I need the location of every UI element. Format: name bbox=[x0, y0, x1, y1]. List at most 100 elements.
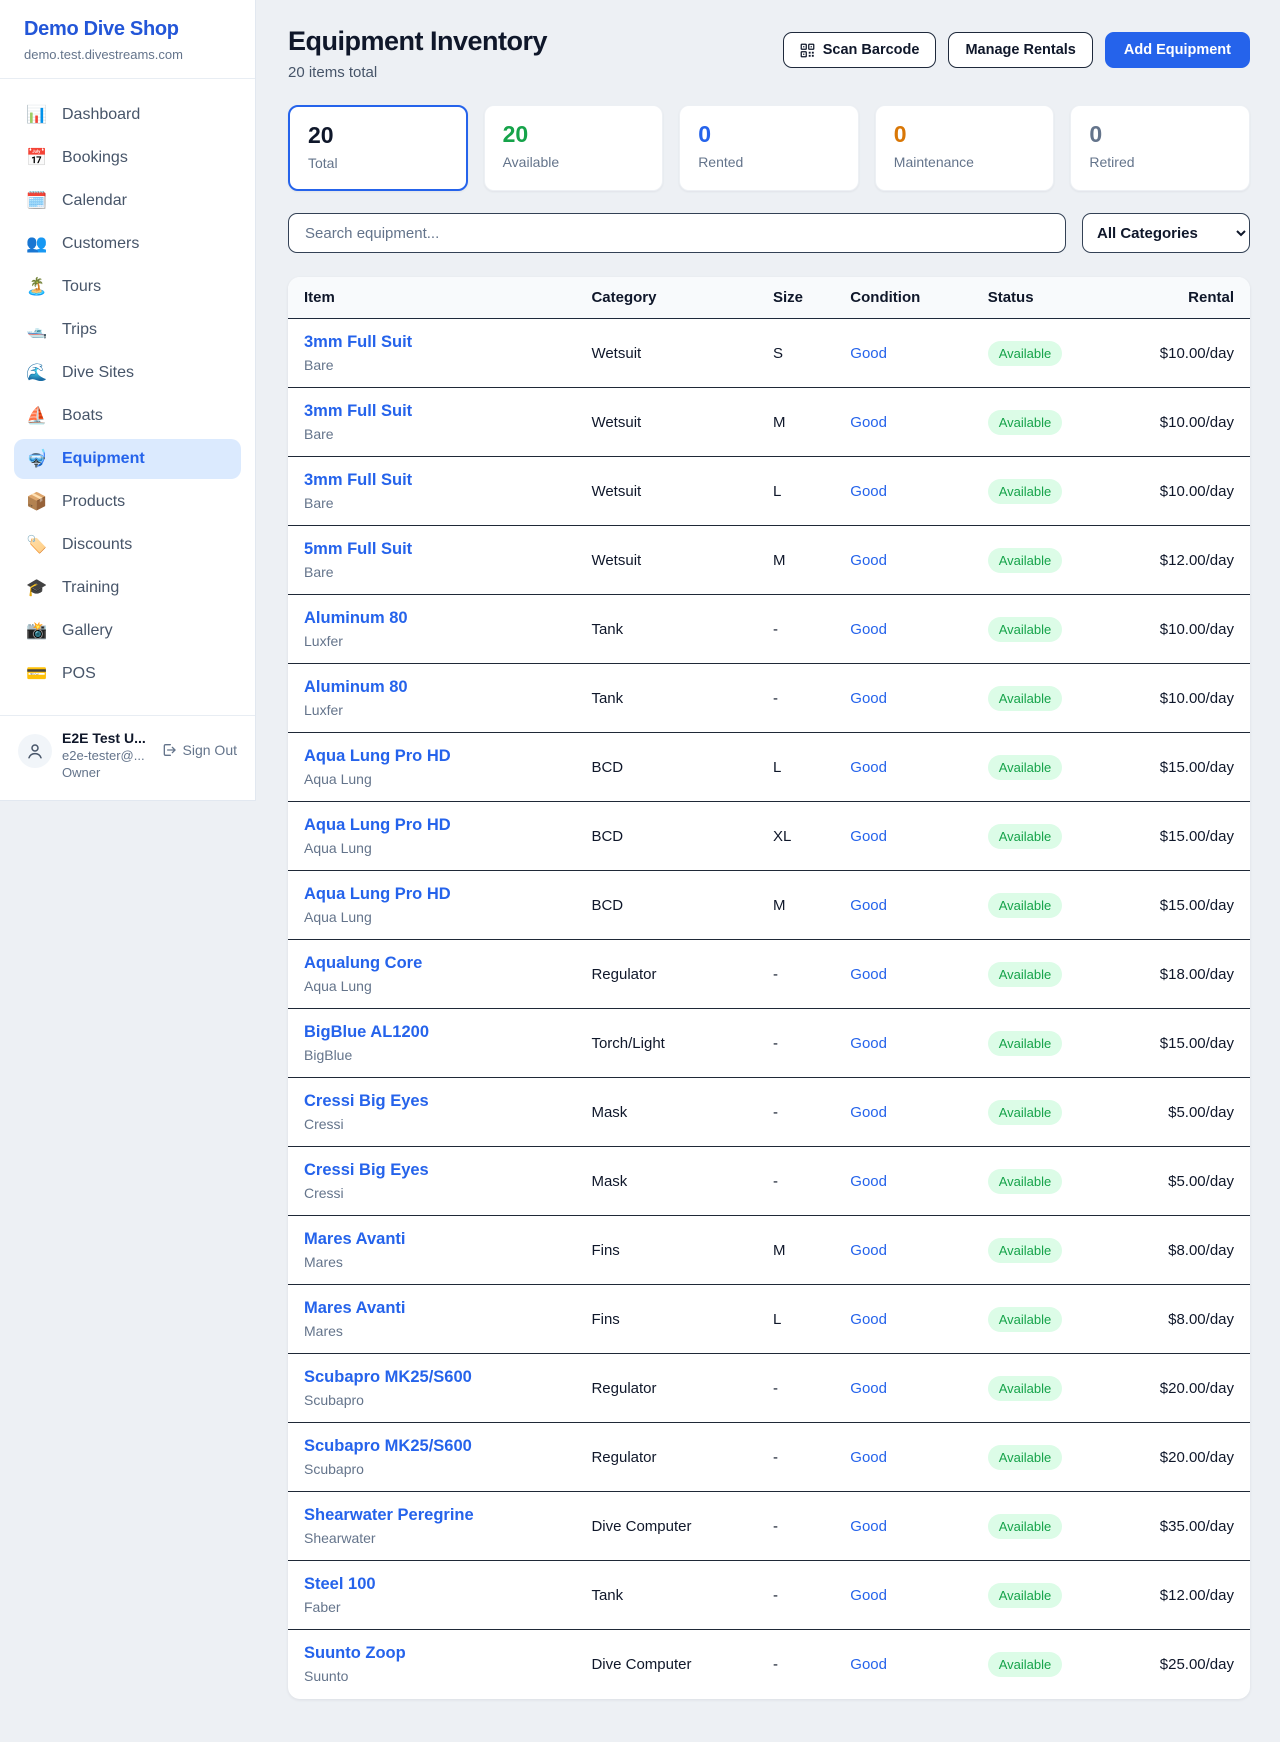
sidebar-item-equipment[interactable]: 🤿Equipment bbox=[14, 439, 241, 479]
user-role: Owner bbox=[62, 765, 151, 780]
item-link[interactable]: Cressi Big Eyes bbox=[304, 1092, 559, 1111]
rental-cell: $5.00/day bbox=[1144, 1147, 1250, 1216]
category-cell: Wetsuit bbox=[575, 457, 757, 526]
rental-cell: $10.00/day bbox=[1144, 388, 1250, 457]
equipment-table: ItemCategorySizeConditionStatusRental 3m… bbox=[288, 277, 1250, 1699]
size-cell: M bbox=[757, 388, 834, 457]
status-cell: Available bbox=[972, 1492, 1144, 1561]
condition-link[interactable]: Good bbox=[850, 1035, 887, 1052]
add-equipment-button[interactable]: Add Equipment bbox=[1105, 32, 1250, 68]
condition-link[interactable]: Good bbox=[850, 483, 887, 500]
scan-barcode-button[interactable]: Scan Barcode bbox=[783, 32, 937, 68]
item-brand: Aqua Lung bbox=[304, 978, 559, 994]
size-cell: - bbox=[757, 940, 834, 1009]
item-link[interactable]: Scubapro MK25/S600 bbox=[304, 1437, 559, 1456]
sailboat-icon: ⛵ bbox=[26, 406, 48, 426]
column-header-item: Item bbox=[288, 277, 575, 319]
item-link[interactable]: 3mm Full Suit bbox=[304, 402, 559, 421]
sidebar-item-customers[interactable]: 👥Customers bbox=[14, 224, 241, 264]
sidebar-item-training[interactable]: 🎓Training bbox=[14, 568, 241, 608]
manage-rentals-button[interactable]: Manage Rentals bbox=[948, 32, 1092, 68]
category-cell: Regulator bbox=[575, 940, 757, 1009]
item-link[interactable]: Cressi Big Eyes bbox=[304, 1161, 559, 1180]
stat-card-rented[interactable]: 0Rented bbox=[679, 105, 859, 191]
sidebar-item-products[interactable]: 📦Products bbox=[14, 482, 241, 522]
table-row: Aqualung Core Aqua Lung Regulator-Good Avai… bbox=[288, 940, 1250, 1009]
condition-link[interactable]: Good bbox=[850, 552, 887, 569]
condition-link[interactable]: Good bbox=[850, 690, 887, 707]
category-cell: BCD bbox=[575, 733, 757, 802]
sidebar-item-tours[interactable]: 🏝️Tours bbox=[14, 267, 241, 307]
condition-link[interactable]: Good bbox=[850, 1242, 887, 1259]
sidebar-item-pos[interactable]: 💳POS bbox=[14, 654, 241, 694]
search-input[interactable] bbox=[288, 213, 1066, 253]
stat-card-total[interactable]: 20Total bbox=[288, 105, 468, 191]
item-link[interactable]: 3mm Full Suit bbox=[304, 471, 559, 490]
item-link[interactable]: Aluminum 80 bbox=[304, 609, 559, 628]
status-badge: Available bbox=[988, 1445, 1063, 1470]
status-badge: Available bbox=[988, 1031, 1063, 1056]
condition-cell: Good bbox=[834, 526, 971, 595]
stat-card-retired[interactable]: 0Retired bbox=[1070, 105, 1250, 191]
condition-link[interactable]: Good bbox=[850, 414, 887, 431]
condition-link[interactable]: Good bbox=[850, 345, 887, 362]
sidebar-item-trips[interactable]: 🛥️Trips bbox=[14, 310, 241, 350]
item-link[interactable]: 3mm Full Suit bbox=[304, 333, 559, 352]
condition-link[interactable]: Good bbox=[850, 1587, 887, 1604]
size-cell: - bbox=[757, 1492, 834, 1561]
stat-label: Rented bbox=[698, 154, 840, 170]
item-link[interactable]: BigBlue AL1200 bbox=[304, 1023, 559, 1042]
condition-link[interactable]: Good bbox=[850, 966, 887, 983]
item-link[interactable]: Mares Avanti bbox=[304, 1230, 559, 1249]
sign-out-button[interactable]: Sign Out bbox=[161, 742, 237, 758]
stat-value: 20 bbox=[503, 121, 645, 148]
sidebar-item-bookings[interactable]: 📅Bookings bbox=[14, 138, 241, 178]
status-badge: Available bbox=[988, 755, 1063, 780]
sidebar-item-calendar[interactable]: 🗓️Calendar bbox=[14, 181, 241, 221]
condition-link[interactable]: Good bbox=[850, 828, 887, 845]
rental-cell: $15.00/day bbox=[1144, 733, 1250, 802]
table-row: Mares AvantiMaresFinsLGoodAvailable$8.00… bbox=[288, 1285, 1250, 1354]
brand-name[interactable]: Demo Dive Shop bbox=[24, 18, 231, 41]
condition-link[interactable]: Good bbox=[850, 1656, 887, 1673]
condition-link[interactable]: Good bbox=[850, 1104, 887, 1121]
item-link[interactable]: Aqua Lung Pro HD bbox=[304, 816, 559, 835]
status-cell: Available bbox=[972, 940, 1144, 1009]
condition-link[interactable]: Good bbox=[850, 1311, 887, 1328]
condition-link[interactable]: Good bbox=[850, 1518, 887, 1535]
column-header-status: Status bbox=[972, 277, 1144, 319]
stat-card-available[interactable]: 20Available bbox=[484, 105, 664, 191]
user-meta: E2E Test U... e2e-tester@... Owner bbox=[62, 730, 151, 780]
item-link[interactable]: Aqua Lung Pro HD bbox=[304, 747, 559, 766]
condition-link[interactable]: Good bbox=[850, 621, 887, 638]
sidebar-item-boats[interactable]: ⛵Boats bbox=[14, 396, 241, 436]
item-link[interactable]: Suunto Zoop bbox=[304, 1644, 559, 1663]
item-brand: Scubapro bbox=[304, 1461, 559, 1477]
condition-link[interactable]: Good bbox=[850, 897, 887, 914]
item-link[interactable]: 5mm Full Suit bbox=[304, 540, 559, 559]
table-row: 5mm Full SuitBareWetsuitMGoodAvailable$1… bbox=[288, 526, 1250, 595]
item-link[interactable]: Mares Avanti bbox=[304, 1299, 559, 1318]
sidebar-item-gallery[interactable]: 📸Gallery bbox=[14, 611, 241, 651]
sidebar-nav: 📊Dashboard📅Bookings🗓️Calendar👥Customers🏝… bbox=[0, 79, 255, 707]
status-badge: Available bbox=[988, 962, 1063, 987]
item-brand: Cressi bbox=[304, 1116, 559, 1132]
item-link[interactable]: Scubapro MK25/S600 bbox=[304, 1368, 559, 1387]
stat-card-maintenance[interactable]: 0Maintenance bbox=[875, 105, 1055, 191]
stat-label: Retired bbox=[1089, 154, 1231, 170]
item-link[interactable]: Steel 100 bbox=[304, 1575, 559, 1594]
sidebar-item-discounts[interactable]: 🏷️Discounts bbox=[14, 525, 241, 565]
sidebar-item-label: Customers bbox=[62, 235, 139, 253]
category-select[interactable]: All Categories bbox=[1082, 213, 1250, 253]
sidebar-item-dive-sites[interactable]: 🌊Dive Sites bbox=[14, 353, 241, 393]
item-link[interactable]: Aqua Lung Pro HD bbox=[304, 885, 559, 904]
condition-link[interactable]: Good bbox=[850, 1173, 887, 1190]
item-link[interactable]: Aluminum 80 bbox=[304, 678, 559, 697]
item-link[interactable]: Aqualung Core bbox=[304, 954, 559, 973]
sidebar-item-dashboard[interactable]: 📊Dashboard bbox=[14, 95, 241, 135]
condition-link[interactable]: Good bbox=[850, 1380, 887, 1397]
condition-link[interactable]: Good bbox=[850, 1449, 887, 1466]
rental-cell: $10.00/day bbox=[1144, 595, 1250, 664]
item-link[interactable]: Shearwater Peregrine bbox=[304, 1506, 559, 1525]
condition-link[interactable]: Good bbox=[850, 759, 887, 776]
